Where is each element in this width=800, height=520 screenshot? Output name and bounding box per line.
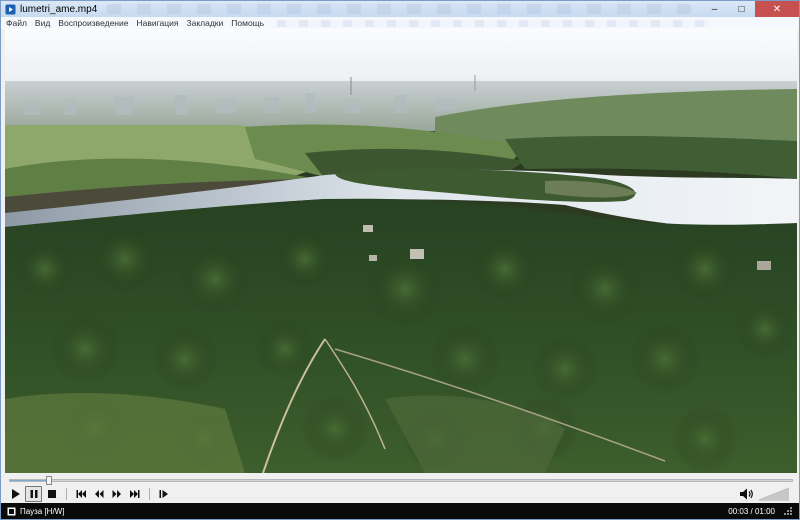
skip-back-icon [76, 490, 86, 498]
separator [149, 488, 150, 500]
skip-forward-icon [129, 490, 139, 498]
rewind-button[interactable] [90, 486, 107, 502]
stop-button[interactable] [43, 486, 60, 502]
player-window: lumetri_ame.mp4 – □ ✕ Файл Вид Воспроизв… [0, 0, 800, 520]
video-image [5, 29, 797, 473]
forward-button[interactable] [108, 486, 125, 502]
menu-navigation[interactable]: Навигация [136, 18, 178, 28]
status-bar: Пауза [H/W] 00:03 / 01:00 [1, 503, 799, 519]
window-title: lumetri_ame.mp4 [20, 3, 98, 15]
frame-step-icon [159, 490, 168, 498]
close-button[interactable]: ✕ [755, 1, 799, 17]
minimize-button[interactable]: – [701, 1, 728, 17]
rewind-icon [94, 490, 103, 498]
title-bar[interactable]: lumetri_ame.mp4 – □ ✕ [1, 1, 799, 17]
menu-playback[interactable]: Воспроизведение [58, 18, 128, 28]
window-controls: – □ ✕ [701, 1, 799, 17]
menu-view[interactable]: Вид [35, 18, 50, 28]
separator [66, 488, 67, 500]
menu-bar: Файл Вид Воспроизведение Навигация Закла… [1, 17, 799, 29]
frame-step-button[interactable] [155, 486, 172, 502]
seek-track[interactable] [9, 476, 793, 485]
video-frame[interactable] [5, 29, 797, 473]
seek-handle[interactable] [46, 476, 53, 485]
resize-grip-icon[interactable] [783, 506, 793, 516]
volume-button[interactable] [739, 486, 755, 502]
status-text: Пауза [H/W] [20, 506, 65, 516]
status-icon [7, 507, 16, 516]
playback-controls [5, 485, 797, 503]
seek-bar[interactable] [5, 475, 797, 485]
seek-progress [10, 480, 50, 481]
pause-button[interactable] [25, 486, 42, 502]
maximize-button[interactable]: □ [728, 1, 755, 17]
play-button[interactable] [7, 486, 24, 502]
app-icon [4, 3, 16, 15]
previous-button[interactable] [72, 486, 89, 502]
menu-file[interactable]: Файл [6, 18, 27, 28]
volume-wedge [758, 487, 790, 501]
volume-slider[interactable] [758, 487, 790, 501]
speaker-icon [740, 488, 753, 500]
menu-help[interactable]: Помощь [231, 18, 264, 28]
time-display: 00:03 / 01:00 [728, 506, 775, 516]
menu-bookmarks[interactable]: Закладки [186, 18, 223, 28]
next-button[interactable] [126, 486, 143, 502]
fast-forward-icon [112, 490, 121, 498]
title-blur [107, 4, 691, 14]
pause-icon [30, 490, 37, 498]
menu-blur [277, 19, 709, 27]
stop-icon [47, 490, 56, 498]
play-icon [11, 489, 20, 499]
